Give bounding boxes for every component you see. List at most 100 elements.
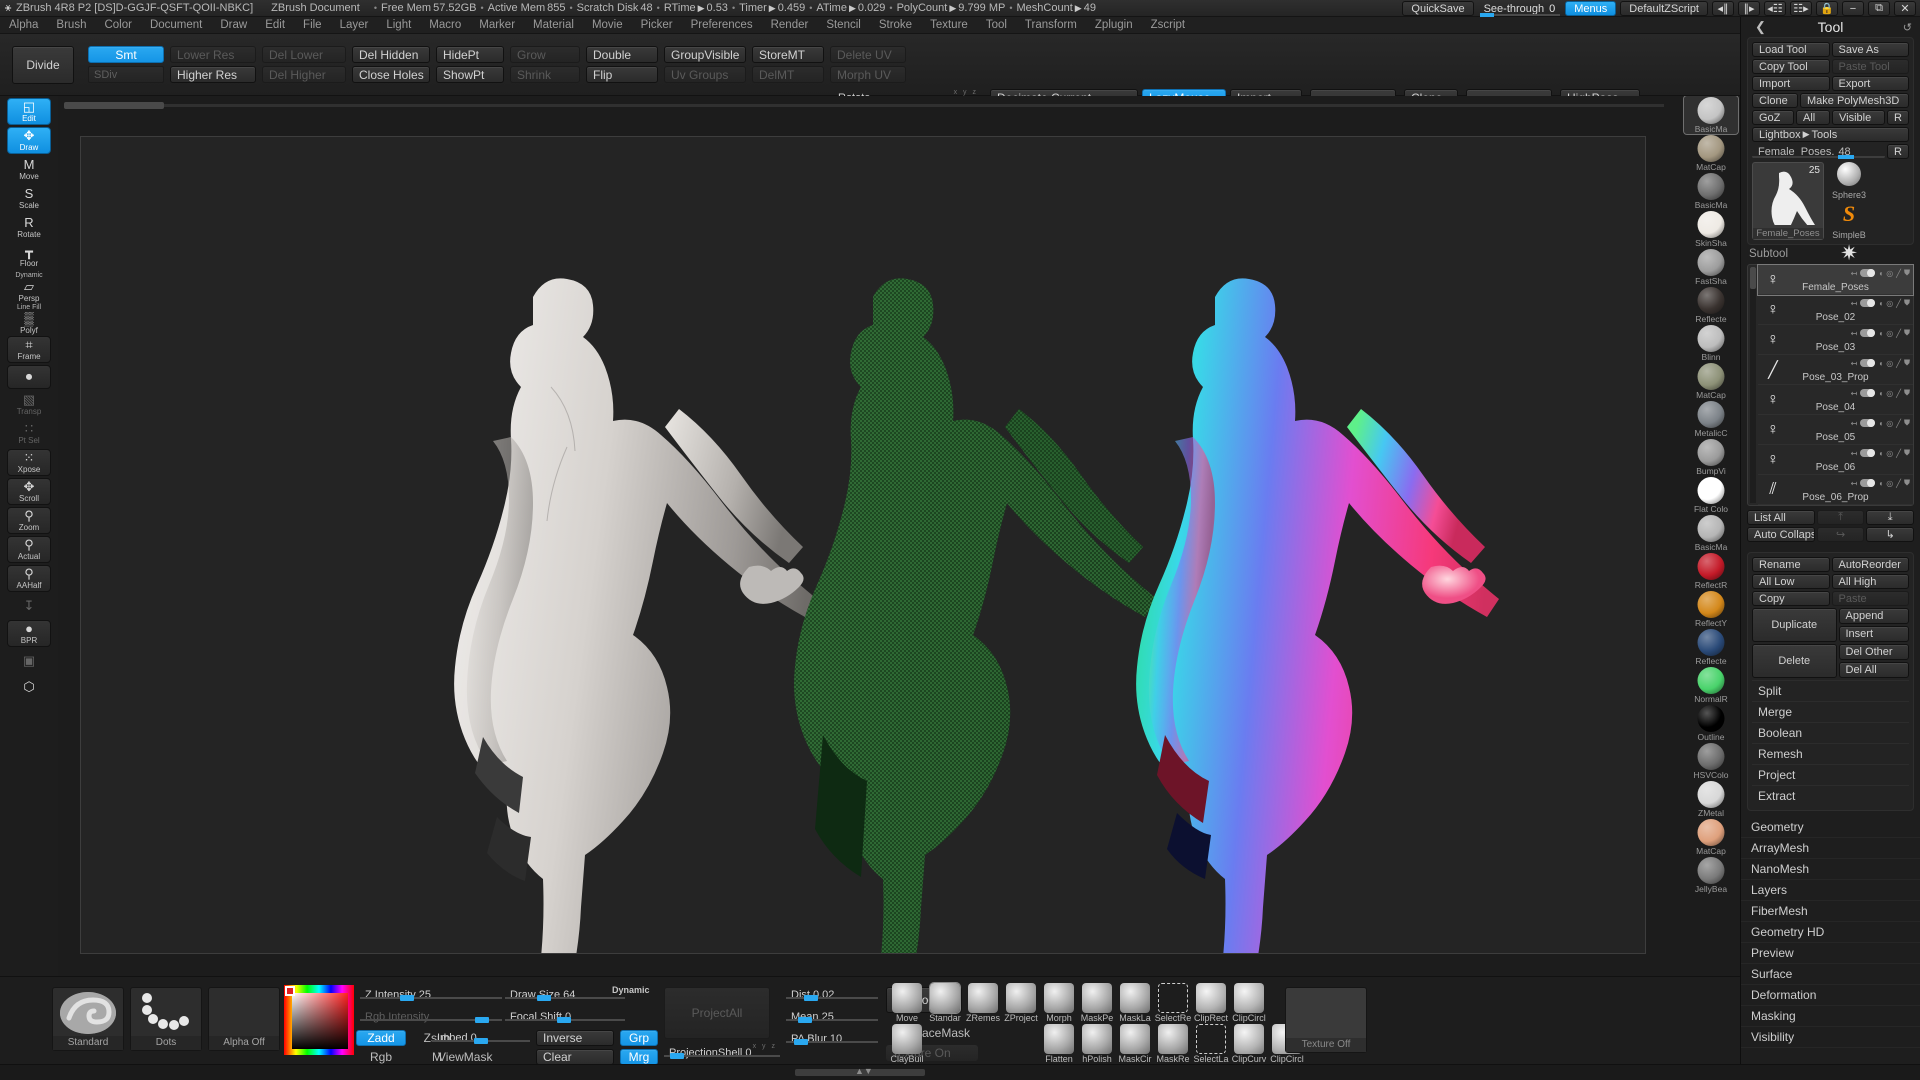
subtool-op-merge[interactable]: Merge <box>1752 701 1909 722</box>
group-visible-button[interactable]: GroupVisible <box>664 46 746 63</box>
subtool-row-pose_06_prop[interactable]: ⫽ ↤ ◖ ◎ ╱ ⛊ Pose_06_Prop <box>1758 475 1913 505</box>
subtool-polyframe-icon[interactable]: ╱ <box>1896 359 1901 368</box>
quicksave-button[interactable]: QuickSave <box>1402 1 1474 16</box>
left-shelf-rotate[interactable]: R Rotate <box>7 214 51 241</box>
smt-toggle[interactable]: Smt <box>88 46 164 63</box>
subtool-polypaint-icon[interactable]: ◖ <box>1878 479 1883 488</box>
draw-size-slider[interactable]: Draw Size 64 <box>505 987 625 1002</box>
menu-item-alpha[interactable]: Alpha <box>0 17 47 34</box>
subtool-arrow-icon[interactable]: ↤ <box>1851 389 1858 398</box>
material-metalicc-8[interactable]: MetalicC <box>1684 400 1738 438</box>
subtool-row-icons[interactable]: ↤ ◖ ◎ ╱ ⛊ <box>1851 328 1910 338</box>
material-basicma-11[interactable]: BasicMa <box>1684 514 1738 552</box>
menus-button[interactable]: Menus <box>1565 1 1617 16</box>
menu-item-movie[interactable]: Movie <box>583 17 632 34</box>
import-tool-button[interactable]: Import <box>1752 76 1830 91</box>
menu-item-texture[interactable]: Texture <box>921 17 977 34</box>
default-zscript-button[interactable]: DefaultZScript <box>1620 1 1708 16</box>
autoreorder-button[interactable]: AutoReorder <box>1831 557 1909 572</box>
subtool-shield-icon[interactable]: ⛊ <box>1904 418 1910 428</box>
left-shelf-xpose[interactable]: ⁙ Xpose <box>7 449 51 476</box>
goz-visible-button[interactable]: Visible <box>1832 110 1885 125</box>
quick-brush-maskcir[interactable]: MaskCir <box>1116 1024 1154 1065</box>
material-blinn-6[interactable]: Blinn <box>1684 324 1738 362</box>
tool-section-layers[interactable]: Layers <box>1741 880 1920 901</box>
quick-brush-claybuil[interactable]: ClayBuil <box>888 1024 926 1065</box>
paste-subtool-button[interactable]: Paste <box>1831 591 1909 606</box>
left-shelf-polyf[interactable]: Line Fill ▒ Polyf <box>7 304 51 335</box>
left-shelf-floor[interactable]: ┳ Floor <box>7 243 51 270</box>
subtool-visibility-toggle[interactable] <box>1860 359 1876 367</box>
lower-res-button[interactable]: Lower Res <box>170 46 256 63</box>
material-basicma-2[interactable]: BasicMa <box>1684 172 1738 210</box>
subtool-transparency-icon[interactable]: ◎ <box>1886 419 1893 428</box>
left-shelf-scale[interactable]: S Scale <box>7 185 51 212</box>
subtool-row-pose_05[interactable]: ♀ ↤ ◖ ◎ ╱ ⛊ Pose_05 <box>1758 415 1913 445</box>
subtool-shield-icon[interactable]: ⛊ <box>1904 478 1910 488</box>
pa-blur-slider[interactable]: PA Blur 10 <box>786 1031 878 1046</box>
storemt-button[interactable]: StoreMT <box>752 46 824 63</box>
quick-brush-zproject[interactable]: ZProject <box>1002 983 1040 1024</box>
subtool-shield-icon[interactable]: ⛊ <box>1904 328 1910 338</box>
subtool-row-icons[interactable]: ↤ ◖ ◎ ╱ ⛊ <box>1851 448 1910 458</box>
left-shelf-camera[interactable]: ⏺ <box>7 365 51 389</box>
subtool-scrollbar[interactable] <box>1750 267 1756 289</box>
z-intensity-slider[interactable]: Z Intensity 25 <box>360 987 502 1002</box>
subtool-row-pose_03[interactable]: ♀ ↤ ◖ ◎ ╱ ⛊ Pose_03 <box>1758 325 1913 355</box>
subtool-visibility-toggle[interactable] <box>1860 449 1876 457</box>
tool-section-geometry-hd[interactable]: Geometry HD <box>1741 922 1920 943</box>
mrg-toggle[interactable]: Mrg <box>620 1049 658 1065</box>
del-lower-button[interactable]: Del Lower <box>262 46 346 63</box>
restore-icon[interactable]: ⧉ <box>1868 1 1890 16</box>
subtool-polypaint-icon[interactable]: ◖ <box>1878 299 1883 308</box>
menu-item-preferences[interactable]: Preferences <box>682 17 762 34</box>
subtool-polyframe-icon[interactable]: ╱ <box>1896 449 1901 458</box>
subtool-polypaint-icon[interactable]: ◖ <box>1878 449 1883 458</box>
subtool-list[interactable]: ♀ ↤ ◖ ◎ ╱ ⛊ Female_Poses ♀ ↤ ◖ ◎ ╱ ⛊ Pose_02 ♀ ↤ ◖ ◎ ╱ ⛊ Pos… <box>1747 264 1914 506</box>
subtool-polyframe-icon[interactable]: ╱ <box>1896 479 1901 488</box>
subtool-visibility-toggle[interactable] <box>1860 299 1876 307</box>
subtool-row-icons[interactable]: ↤ ◖ ◎ ╱ ⛊ <box>1851 268 1910 278</box>
subtool-row-pose_02[interactable]: ♀ ↤ ◖ ◎ ╱ ⛊ Pose_02 <box>1758 295 1913 325</box>
export-tool-button[interactable]: Export <box>1831 76 1909 91</box>
inverse-button[interactable]: Inverse <box>536 1030 614 1046</box>
rgb-intensity-slider[interactable]: Rgb Intensity <box>360 1009 502 1024</box>
menu-item-brush[interactable]: Brush <box>47 17 95 34</box>
clear-button[interactable]: Clear <box>536 1049 614 1065</box>
left-shelf-aahalf[interactable]: ⚲ AAHalf <box>7 565 51 592</box>
subtool-transparency-icon[interactable]: ◎ <box>1886 479 1893 488</box>
left-shelf-cube[interactable]: ⬡ <box>7 675 51 699</box>
menu-item-material[interactable]: Material <box>524 17 583 34</box>
showpt-button[interactable]: ShowPt <box>436 66 504 83</box>
tool-thumb-sphere3d[interactable]: Sphere3 <box>1826 162 1872 200</box>
close-holes-button[interactable]: Close Holes <box>352 66 430 83</box>
material-hsvcolo-17[interactable]: HSVColo <box>1684 742 1738 780</box>
delete-button[interactable]: Delete <box>1752 644 1837 678</box>
left-shelf-preview[interactable]: ▣ <box>7 649 51 673</box>
imbed-slider[interactable]: Imbed 0 <box>432 1030 530 1045</box>
status-arrows-icon[interactable]: ▲▼ <box>855 1066 873 1076</box>
flip-button[interactable]: Flip <box>586 66 658 83</box>
hidept-button[interactable]: HidePt <box>436 46 504 63</box>
subtool-arrow-icon[interactable]: ↤ <box>1851 269 1858 278</box>
grow-button[interactable]: Grow <box>510 46 580 63</box>
del-all-button[interactable]: Del All <box>1838 662 1909 678</box>
tool-section-fibermesh[interactable]: FiberMesh <box>1741 901 1920 922</box>
subtool-polypaint-icon[interactable]: ◖ <box>1878 389 1883 398</box>
dist-slider[interactable]: Dist 0.02 <box>786 987 878 1002</box>
see-through-slider[interactable]: See-through 0 <box>1478 1 1562 17</box>
grp-toggle[interactable]: Grp <box>620 1030 658 1046</box>
quick-brush-maskpe[interactable]: MaskPe <box>1078 983 1116 1024</box>
divide-button[interactable]: Divide <box>12 46 74 84</box>
subtool-shield-icon[interactable]: ⛊ <box>1904 298 1910 308</box>
back-chevron-icon[interactable]: ❮ <box>1755 19 1766 35</box>
subtool-shield-icon[interactable]: ⛊ <box>1904 268 1910 278</box>
material-fastsha-4[interactable]: FastSha <box>1684 248 1738 286</box>
subtool-polyframe-icon[interactable]: ╱ <box>1896 299 1901 308</box>
subtool-shield-icon[interactable]: ⛊ <box>1904 358 1910 368</box>
material-matcap-19[interactable]: MatCap <box>1684 818 1738 856</box>
quick-brush-zremes[interactable]: ZRemes <box>964 983 1002 1024</box>
material-reflecty-13[interactable]: ReflectY <box>1684 590 1738 628</box>
make-polymesh3d-button[interactable]: Make PolyMesh3D <box>1800 93 1909 108</box>
rgb-toggle[interactable]: Rgb <box>356 1049 406 1065</box>
